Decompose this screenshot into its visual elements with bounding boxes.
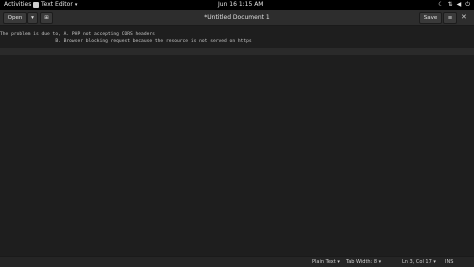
hamburger-icon: ≡ (447, 15, 453, 21)
new-document-button[interactable]: ⊞ (40, 12, 53, 24)
current-line[interactable] (0, 48, 474, 55)
menu-button[interactable]: ≡ (443, 12, 457, 24)
activities-button[interactable]: Activities (4, 0, 31, 10)
editor-line[interactable]: The problem is due to, A. PHP not accept… (0, 31, 155, 38)
chevron-down-icon: ▾ (31, 15, 34, 21)
clock[interactable]: Jun 16 1:15 AM (218, 0, 264, 10)
open-button[interactable]: Open (3, 12, 27, 24)
volume-icon: ◀ (456, 1, 462, 8)
new-tab-icon: ⊞ (44, 15, 49, 21)
document-title: *Untitled Document 1 (204, 14, 270, 21)
save-button[interactable]: Save (419, 12, 442, 24)
top-bar: Activities Text Editor ▾ Jun 16 1:15 AM … (0, 0, 474, 10)
system-tray[interactable]: ☾ ⇅ ◀ ⏻ (438, 0, 470, 10)
chevron-down-icon: ▾ (74, 2, 78, 8)
close-icon[interactable]: ✕ (461, 13, 467, 21)
power-icon: ⏻ (465, 1, 470, 8)
network-icon: ⇅ (447, 1, 453, 8)
header-bar: *Untitled Document 1 Open ▾ ⊞ Save ≡ ✕ (0, 10, 474, 26)
text-editor-icon (33, 2, 39, 8)
editor-line[interactable]: B. Browser blocking request because the … (0, 38, 251, 45)
text-editor-area[interactable]: The problem is due to, A. PHP not accept… (0, 26, 474, 256)
app-name: Text Editor (41, 1, 73, 8)
moon-icon: ☾ (438, 1, 444, 8)
open-menu-button[interactable]: ▾ (27, 12, 38, 24)
app-menu[interactable]: Text Editor ▾ (33, 0, 77, 10)
status-bar: Plain Text ▾ Tab Width: 8 ▾ Ln 3, Col 17… (0, 256, 474, 267)
